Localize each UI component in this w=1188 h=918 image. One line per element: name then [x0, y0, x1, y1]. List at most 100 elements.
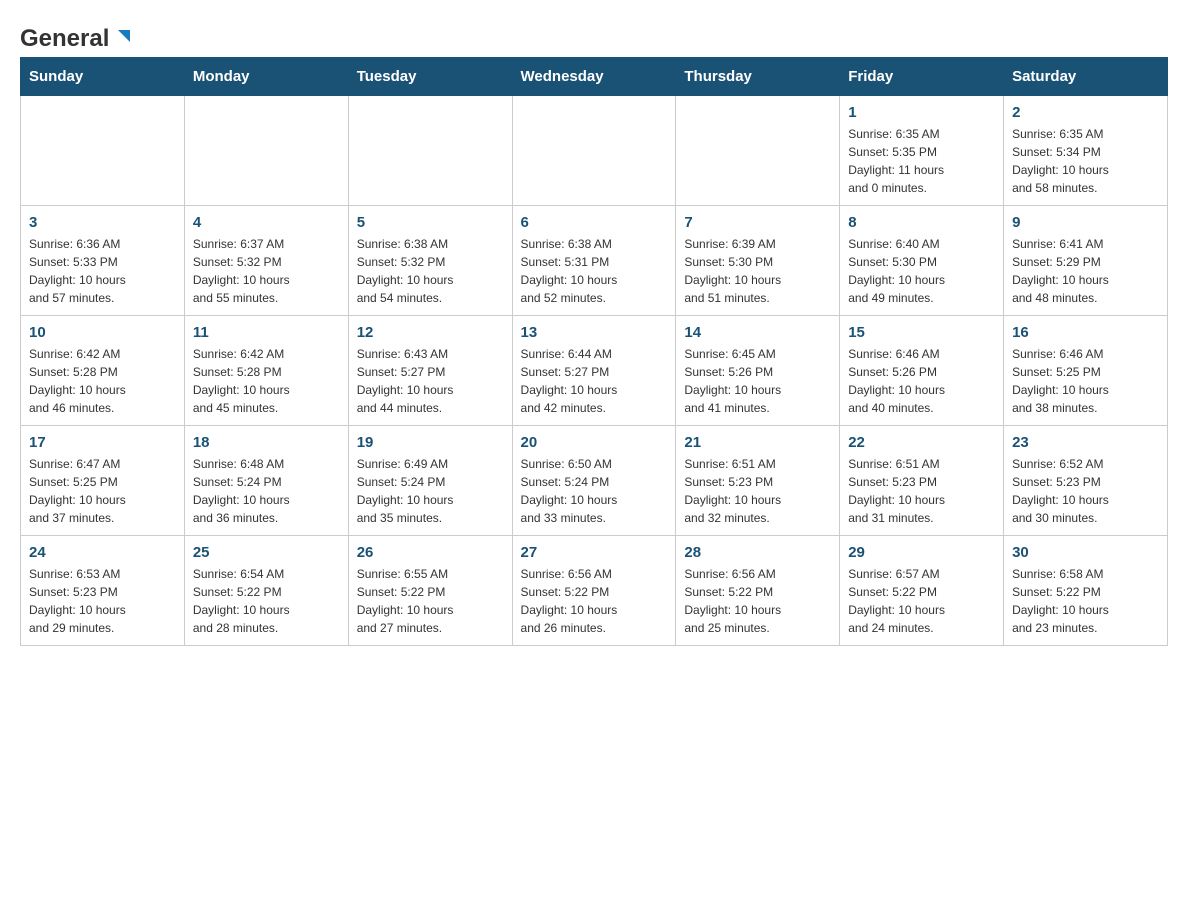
- calendar-cell: 26 Sunrise: 6:55 AMSunset: 5:22 PMDayligh…: [348, 536, 512, 646]
- day-info: Sunrise: 6:41 AMSunset: 5:29 PMDaylight:…: [1012, 235, 1159, 307]
- day-number: 17: [29, 434, 176, 451]
- calendar-cell: 18 Sunrise: 6:48 AMSunset: 5:24 PMDayligh…: [184, 426, 348, 536]
- day-number: 12: [357, 324, 504, 341]
- day-info: Sunrise: 6:42 AMSunset: 5:28 PMDaylight:…: [193, 345, 340, 417]
- day-number: 9: [1012, 214, 1159, 231]
- calendar-cell: 23Sunrise: 6:52 AMSunset: 5:23 PMDayligh…: [1004, 426, 1168, 536]
- calendar-cell: 8Sunrise: 6:40 AMSunset: 5:30 PMDaylight…: [840, 206, 1004, 316]
- calendar-cell: [512, 96, 676, 206]
- day-number: 6: [521, 214, 668, 231]
- day-number: 13: [521, 324, 668, 341]
- day-info: Sunrise: 6:57 AMSunset: 5:22 PMDaylight:…: [848, 565, 995, 637]
- day-number: 1: [848, 104, 995, 121]
- calendar-cell: 6 Sunrise: 6:38 AMSunset: 5:31 PMDaylight…: [512, 206, 676, 316]
- day-info: Sunrise: 6:47 AMSunset: 5:25 PMDaylight:…: [29, 455, 176, 527]
- calendar-cell: 10 Sunrise: 6:42 AMSunset: 5:28 PMDayligh…: [21, 316, 185, 426]
- day-info: Sunrise: 6:43 AMSunset: 5:27 PMDaylight:…: [357, 345, 504, 417]
- day-info: Sunrise: 6:42 AMSunset: 5:28 PMDaylight:…: [29, 345, 176, 417]
- header: General: [20, 20, 1168, 47]
- day-number: 5: [357, 214, 504, 231]
- day-number: 2: [1012, 104, 1159, 121]
- day-info: Sunrise: 6:36 AMSunset: 5:33 PMDaylight:…: [29, 235, 176, 307]
- weekday-header-sunday: Sunday: [21, 58, 185, 96]
- day-number: 3: [29, 214, 176, 231]
- calendar-cell: 12 Sunrise: 6:43 AMSunset: 5:27 PMDayligh…: [348, 316, 512, 426]
- day-info: Sunrise: 6:46 AMSunset: 5:25 PMDaylight:…: [1012, 345, 1159, 417]
- weekday-header-thursday: Thursday: [676, 58, 840, 96]
- calendar-header-row: SundayMondayTuesdayWednesdayThursdayFrid…: [21, 58, 1168, 96]
- day-number: 28: [684, 544, 831, 561]
- day-info: Sunrise: 6:45 AMSunset: 5:26 PMDaylight:…: [684, 345, 831, 417]
- day-number: 14: [684, 324, 831, 341]
- day-number: 26: [357, 544, 504, 561]
- calendar-cell: [348, 96, 512, 206]
- day-number: 18: [193, 434, 340, 451]
- calendar-cell: 14 Sunrise: 6:45 AMSunset: 5:26 PMDayligh…: [676, 316, 840, 426]
- logo-general-text: General: [20, 25, 109, 53]
- day-number: 4: [193, 214, 340, 231]
- day-info: Sunrise: 6:56 AMSunset: 5:22 PMDaylight:…: [684, 565, 831, 637]
- day-info: Sunrise: 6:39 AMSunset: 5:30 PMDaylight:…: [684, 235, 831, 307]
- calendar-cell: 2 Sunrise: 6:35 AMSunset: 5:34 PMDaylight…: [1004, 96, 1168, 206]
- calendar-cell: 3 Sunrise: 6:36 AMSunset: 5:33 PMDaylight…: [21, 206, 185, 316]
- day-info: Sunrise: 6:54 AMSunset: 5:22 PMDaylight:…: [193, 565, 340, 637]
- calendar-cell: 19 Sunrise: 6:49 AMSunset: 5:24 PMDayligh…: [348, 426, 512, 536]
- day-info: Sunrise: 6:49 AMSunset: 5:24 PMDaylight:…: [357, 455, 504, 527]
- day-info: Sunrise: 6:51 AMSunset: 5:23 PMDaylight:…: [848, 455, 995, 527]
- day-info: Sunrise: 6:53 AMSunset: 5:23 PMDaylight:…: [29, 565, 176, 637]
- week-row-2: 3 Sunrise: 6:36 AMSunset: 5:33 PMDaylight…: [21, 206, 1168, 316]
- calendar-cell: 9 Sunrise: 6:41 AMSunset: 5:29 PMDaylight…: [1004, 206, 1168, 316]
- calendar-cell: 13 Sunrise: 6:44 AMSunset: 5:27 PMDayligh…: [512, 316, 676, 426]
- day-number: 21: [684, 434, 831, 451]
- day-info: Sunrise: 6:38 AMSunset: 5:32 PMDaylight:…: [357, 235, 504, 307]
- weekday-header-monday: Monday: [184, 58, 348, 96]
- day-number: 27: [521, 544, 668, 561]
- day-info: Sunrise: 6:37 AMSunset: 5:32 PMDaylight:…: [193, 235, 340, 307]
- calendar-cell: 4 Sunrise: 6:37 AMSunset: 5:32 PMDaylight…: [184, 206, 348, 316]
- day-info: Sunrise: 6:58 AMSunset: 5:22 PMDaylight:…: [1012, 565, 1159, 637]
- day-info: Sunrise: 6:56 AMSunset: 5:22 PMDaylight:…: [521, 565, 668, 637]
- calendar-table: SundayMondayTuesdayWednesdayThursdayFrid…: [20, 57, 1168, 646]
- calendar-cell: [21, 96, 185, 206]
- calendar-cell: 17 Sunrise: 6:47 AMSunset: 5:25 PMDayligh…: [21, 426, 185, 536]
- calendar-cell: 15 Sunrise: 6:46 AMSunset: 5:26 PMDayligh…: [840, 316, 1004, 426]
- day-number: 25: [193, 544, 340, 561]
- day-number: 10: [29, 324, 176, 341]
- day-info: Sunrise: 6:55 AMSunset: 5:22 PMDaylight:…: [357, 565, 504, 637]
- day-number: 22: [848, 434, 995, 451]
- day-number: 15: [848, 324, 995, 341]
- calendar-cell: [676, 96, 840, 206]
- calendar-cell: 24 Sunrise: 6:53 AMSunset: 5:23 PMDayligh…: [21, 536, 185, 646]
- week-row-5: 24 Sunrise: 6:53 AMSunset: 5:23 PMDayligh…: [21, 536, 1168, 646]
- calendar-cell: 29 Sunrise: 6:57 AMSunset: 5:22 PMDayligh…: [840, 536, 1004, 646]
- day-number: 16: [1012, 324, 1159, 341]
- calendar-cell: 28 Sunrise: 6:56 AMSunset: 5:22 PMDayligh…: [676, 536, 840, 646]
- day-info: Sunrise: 6:38 AMSunset: 5:31 PMDaylight:…: [521, 235, 668, 307]
- weekday-header-saturday: Saturday: [1004, 58, 1168, 96]
- day-number: 11: [193, 324, 340, 341]
- week-row-1: 1Sunrise: 6:35 AMSunset: 5:35 PMDaylight…: [21, 96, 1168, 206]
- day-info: Sunrise: 6:35 AMSunset: 5:34 PMDaylight:…: [1012, 125, 1159, 197]
- weekday-header-tuesday: Tuesday: [348, 58, 512, 96]
- calendar-cell: 20Sunrise: 6:50 AMSunset: 5:24 PMDayligh…: [512, 426, 676, 536]
- calendar-cell: 11 Sunrise: 6:42 AMSunset: 5:28 PMDayligh…: [184, 316, 348, 426]
- day-number: 24: [29, 544, 176, 561]
- day-number: 20: [521, 434, 668, 451]
- day-number: 29: [848, 544, 995, 561]
- day-info: Sunrise: 6:51 AMSunset: 5:23 PMDaylight:…: [684, 455, 831, 527]
- weekday-header-friday: Friday: [840, 58, 1004, 96]
- calendar-cell: 27 Sunrise: 6:56 AMSunset: 5:22 PMDayligh…: [512, 536, 676, 646]
- calendar-cell: 21 Sunrise: 6:51 AMSunset: 5:23 PMDayligh…: [676, 426, 840, 536]
- day-info: Sunrise: 6:46 AMSunset: 5:26 PMDaylight:…: [848, 345, 995, 417]
- calendar-cell: 25 Sunrise: 6:54 AMSunset: 5:22 PMDayligh…: [184, 536, 348, 646]
- day-info: Sunrise: 6:48 AMSunset: 5:24 PMDaylight:…: [193, 455, 340, 527]
- day-number: 19: [357, 434, 504, 451]
- calendar-cell: 7 Sunrise: 6:39 AMSunset: 5:30 PMDaylight…: [676, 206, 840, 316]
- day-number: 8: [848, 214, 995, 231]
- calendar-cell: 1Sunrise: 6:35 AMSunset: 5:35 PMDaylight…: [840, 96, 1004, 206]
- calendar-cell: [184, 96, 348, 206]
- day-number: 7: [684, 214, 831, 231]
- day-info: Sunrise: 6:44 AMSunset: 5:27 PMDaylight:…: [521, 345, 668, 417]
- calendar-cell: 30Sunrise: 6:58 AMSunset: 5:22 PMDayligh…: [1004, 536, 1168, 646]
- week-row-3: 10 Sunrise: 6:42 AMSunset: 5:28 PMDayligh…: [21, 316, 1168, 426]
